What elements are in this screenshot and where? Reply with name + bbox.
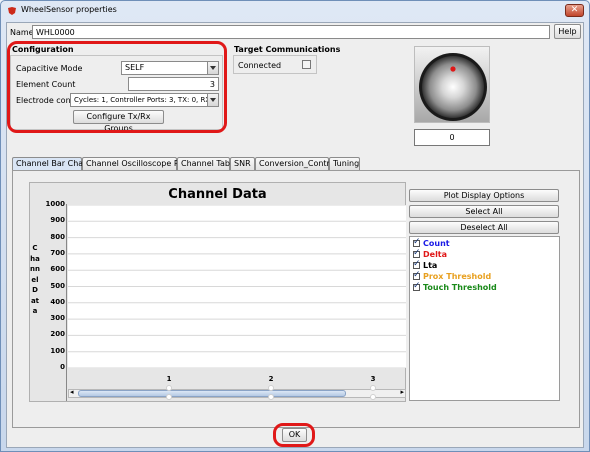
y-tick-label: 0 xyxy=(60,363,65,371)
tab-channel-oscilloscope-plot[interactable]: Channel Oscilloscope Plot xyxy=(82,157,189,170)
dialog-body: Name: Help Configuration Capacitive Mode… xyxy=(6,22,584,448)
tab-snr[interactable]: SNR xyxy=(230,157,255,170)
electrode-config-value: Cycles: 1, Controller Ports: 3, TX: 0, R… xyxy=(74,96,219,104)
y-tick-label: 100 xyxy=(50,346,65,355)
chevron-down-icon xyxy=(207,94,218,106)
legend-label: Count xyxy=(423,239,450,248)
y-tick-label: 800 xyxy=(50,232,65,241)
name-field[interactable] xyxy=(32,25,550,39)
y-tick-label: 1000 xyxy=(45,200,65,208)
checkbox-checked-icon[interactable] xyxy=(413,259,421,269)
tab-tuning[interactable]: Tuning xyxy=(329,157,360,170)
y-tick-label: 300 xyxy=(50,314,65,323)
legend-label: Lta xyxy=(423,261,438,270)
wheel-widget-panel xyxy=(414,46,490,123)
wheel-knob[interactable] xyxy=(415,47,491,124)
window-title: WheelSensor properties xyxy=(21,5,117,14)
channel-status-indicator xyxy=(166,385,172,391)
y-tick-label: 200 xyxy=(50,330,65,339)
legend-item-prox-threshold[interactable]: Prox Threshold xyxy=(413,270,492,283)
tab-channel-table[interactable]: Channel Table xyxy=(177,157,237,170)
ok-button[interactable]: OK xyxy=(282,428,307,442)
channel-status-indicator xyxy=(268,385,274,391)
close-button[interactable]: ✕ xyxy=(565,4,584,17)
legend-label: Touch Threshold xyxy=(423,283,497,292)
channel-status-indicator xyxy=(268,394,274,400)
y-tick-label: 400 xyxy=(50,297,65,306)
scroll-right-icon[interactable]: ▸ xyxy=(400,388,404,396)
x-tick-label: 2 xyxy=(268,375,274,383)
channel-status-indicator xyxy=(370,385,376,391)
electrode-config-select[interactable]: Cycles: 1, Controller Ports: 3, TX: 0, R… xyxy=(70,93,219,107)
tab-channel-bar-chart[interactable]: Channel Bar Chart xyxy=(12,157,90,170)
chart-title: Channel Data xyxy=(168,187,267,202)
properties-window: WheelSensor properties ✕ Name: Help Conf… xyxy=(0,0,590,452)
title-bar: WheelSensor properties ✕ xyxy=(1,1,589,22)
checkbox-checked-icon[interactable] xyxy=(413,248,421,258)
x-tick-label: 1 xyxy=(166,375,172,383)
y-tick-label: 900 xyxy=(50,216,65,225)
element-count-label: Element Count xyxy=(16,80,76,89)
connected-checkbox[interactable] xyxy=(302,60,311,69)
y-tick-label: 500 xyxy=(50,281,65,290)
series-legend-list: Count Delta Lta Prox Threshold Touch Thr… xyxy=(409,236,560,401)
checkbox-checked-icon[interactable] xyxy=(413,270,421,280)
capacitive-mode-label: Capacitive Mode xyxy=(16,64,83,73)
deselect-all-button[interactable]: Deselect All xyxy=(409,221,559,234)
x-tick-label: 3 xyxy=(370,375,376,383)
legend-item-touch-threshold[interactable]: Touch Threshold xyxy=(413,281,497,294)
capacitive-mode-select[interactable]: SELF xyxy=(121,61,219,75)
app-logo-icon xyxy=(8,7,16,15)
channel-status-indicator xyxy=(166,394,172,400)
configuration-title: Configuration xyxy=(12,45,74,54)
connected-label: Connected xyxy=(238,61,282,70)
help-button[interactable]: Help xyxy=(554,24,581,39)
channel-status-indicator xyxy=(370,394,376,400)
scroll-left-icon[interactable]: ◂ xyxy=(70,388,74,396)
configure-txrx-button[interactable]: Configure Tx/Rx Groups xyxy=(73,110,164,133)
wheel-position-indicator xyxy=(450,66,456,72)
close-icon: ✕ xyxy=(570,5,579,15)
plot-display-options-button[interactable]: Plot Display Options xyxy=(409,189,559,202)
target-comm-title: Target Communications xyxy=(234,45,341,54)
chart-scrollbar[interactable]: ◂ ▸ xyxy=(68,388,406,398)
scrollbar-thumb[interactable] xyxy=(78,390,346,397)
select-all-button[interactable]: Select All xyxy=(409,205,559,218)
legend-label: Delta xyxy=(423,250,448,259)
checkbox-checked-icon[interactable] xyxy=(413,237,421,247)
plot-area xyxy=(68,205,406,368)
tab-conversion-control[interactable]: Conversion_Control xyxy=(255,157,337,170)
y-tick-label: 600 xyxy=(50,265,65,274)
wheel-value-display: 0 xyxy=(414,129,490,146)
chevron-down-icon xyxy=(207,62,218,74)
legend-label: Prox Threshold xyxy=(423,272,492,281)
element-count-field[interactable] xyxy=(128,77,219,91)
checkbox-checked-icon[interactable] xyxy=(413,281,421,291)
capacitive-mode-value: SELF xyxy=(125,63,145,72)
y-tick-label: 700 xyxy=(50,248,65,257)
